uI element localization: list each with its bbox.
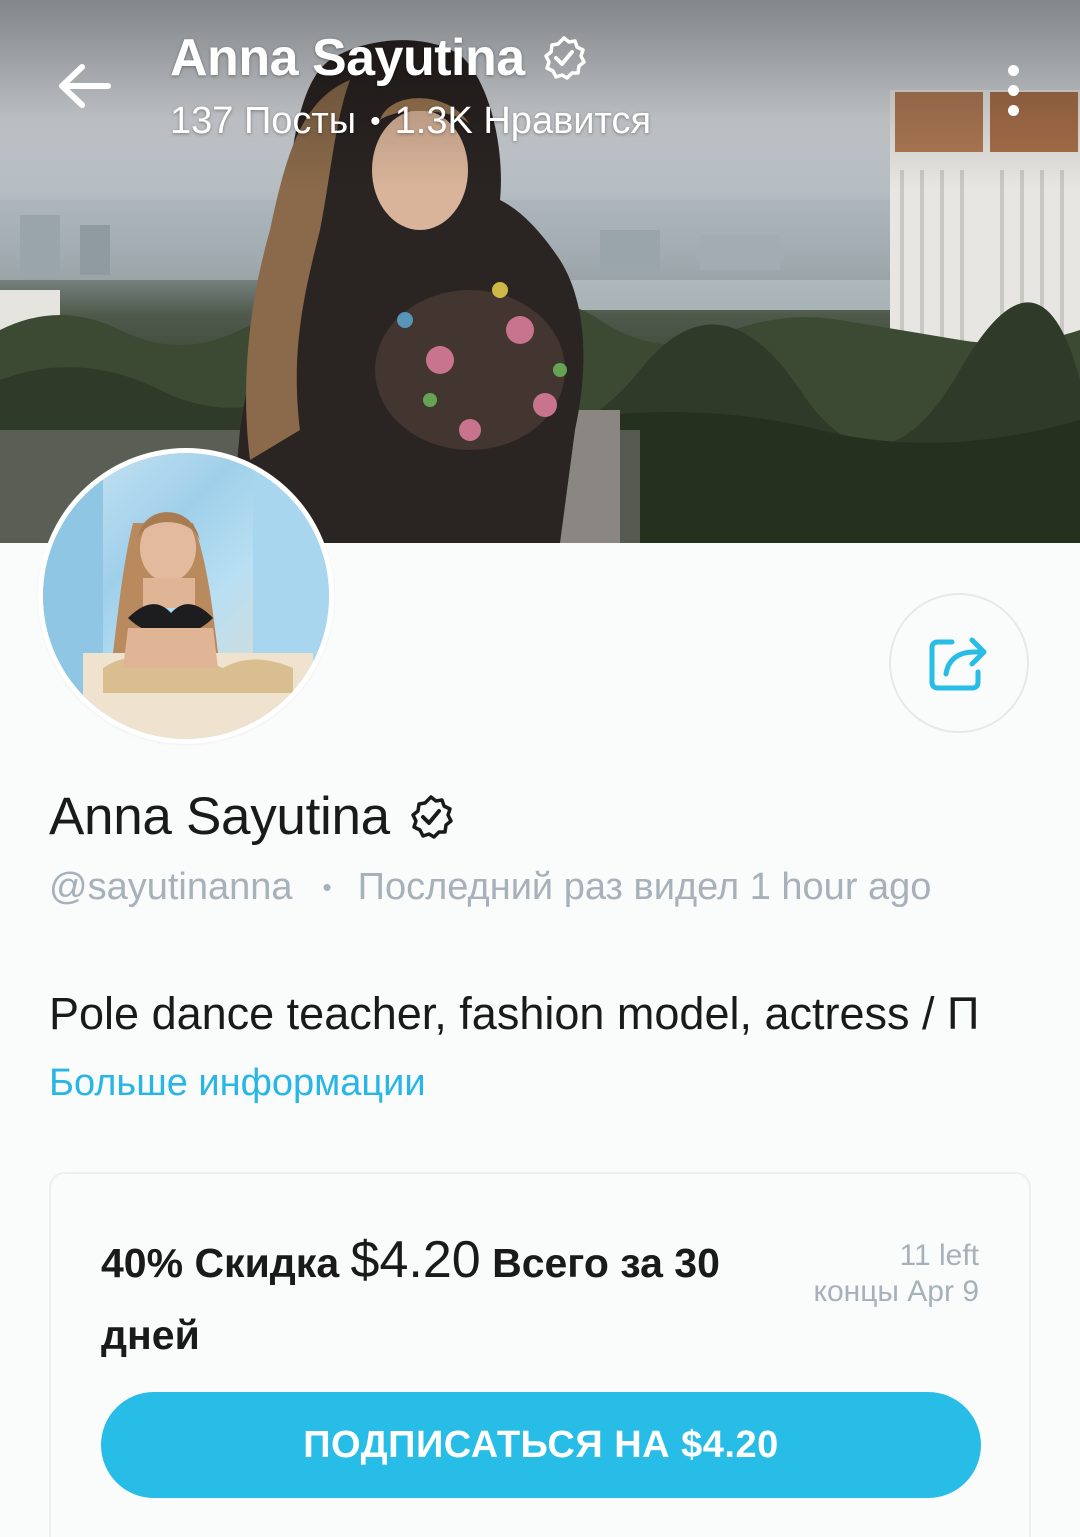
more-info-link[interactable]: Больше информации — [49, 1062, 426, 1105]
subline-separator: • — [322, 872, 332, 902]
promo-ends: концы Apr 9 — [813, 1275, 980, 1308]
bio-text: Pole dance teacher, fashion model, actre… — [49, 988, 980, 1039]
promo-text: 40% Скидка $4.20 Всего за 30 дней — [101, 1224, 821, 1371]
promo-expiry: 11 left концы Apr 9 — [799, 1238, 980, 1310]
profile-name-row: Anna Sayutina — [49, 786, 454, 847]
share-button[interactable] — [889, 593, 1029, 733]
more-vertical-icon — [1007, 64, 1019, 76]
last-seen: Последний раз видел 1 hour ago — [357, 866, 932, 908]
promo-price: $4.20 — [350, 1231, 481, 1289]
avatar-photo — [43, 453, 329, 739]
promo-discount: 40% Скидка — [101, 1240, 340, 1286]
header-stats: 137 Посты • 1.3K Нравится — [170, 100, 651, 143]
more-options-button[interactable] — [988, 55, 1038, 125]
profile-subline: @sayutinanna • Последний раз видел 1 hou… — [49, 866, 931, 909]
share-icon — [929, 637, 987, 691]
arrow-left-icon — [59, 64, 111, 108]
avatar-image — [43, 453, 329, 739]
verified-badge-icon — [411, 794, 453, 839]
more-vertical-icon-dot — [1007, 104, 1019, 116]
likes-count: 1.3K Нравится — [394, 100, 652, 142]
header-name: Anna Sayutina — [170, 29, 525, 87]
username: @sayutinanna — [49, 866, 293, 908]
promo-card: 40% Скидка $4.20 Всего за 30 дней 11 lef… — [49, 1172, 1031, 1537]
profile-page: Anna Sayutina 137 Посты • 1.3K Нравится — [0, 0, 1080, 1537]
more-vertical-icon-dot — [1007, 84, 1019, 96]
header-title: Anna Sayutina — [170, 28, 587, 88]
promo-left: 11 left — [899, 1239, 980, 1272]
profile-name: Anna Sayutina — [49, 787, 390, 846]
posts-count: 137 Посты — [170, 100, 357, 142]
avatar[interactable] — [38, 448, 334, 744]
subscribe-button[interactable]: ПОДПИСАТЬСЯ НА $4.20 — [101, 1392, 981, 1498]
stats-separator: • — [370, 104, 381, 138]
back-button[interactable] — [48, 50, 120, 122]
verified-badge-icon — [543, 36, 586, 80]
